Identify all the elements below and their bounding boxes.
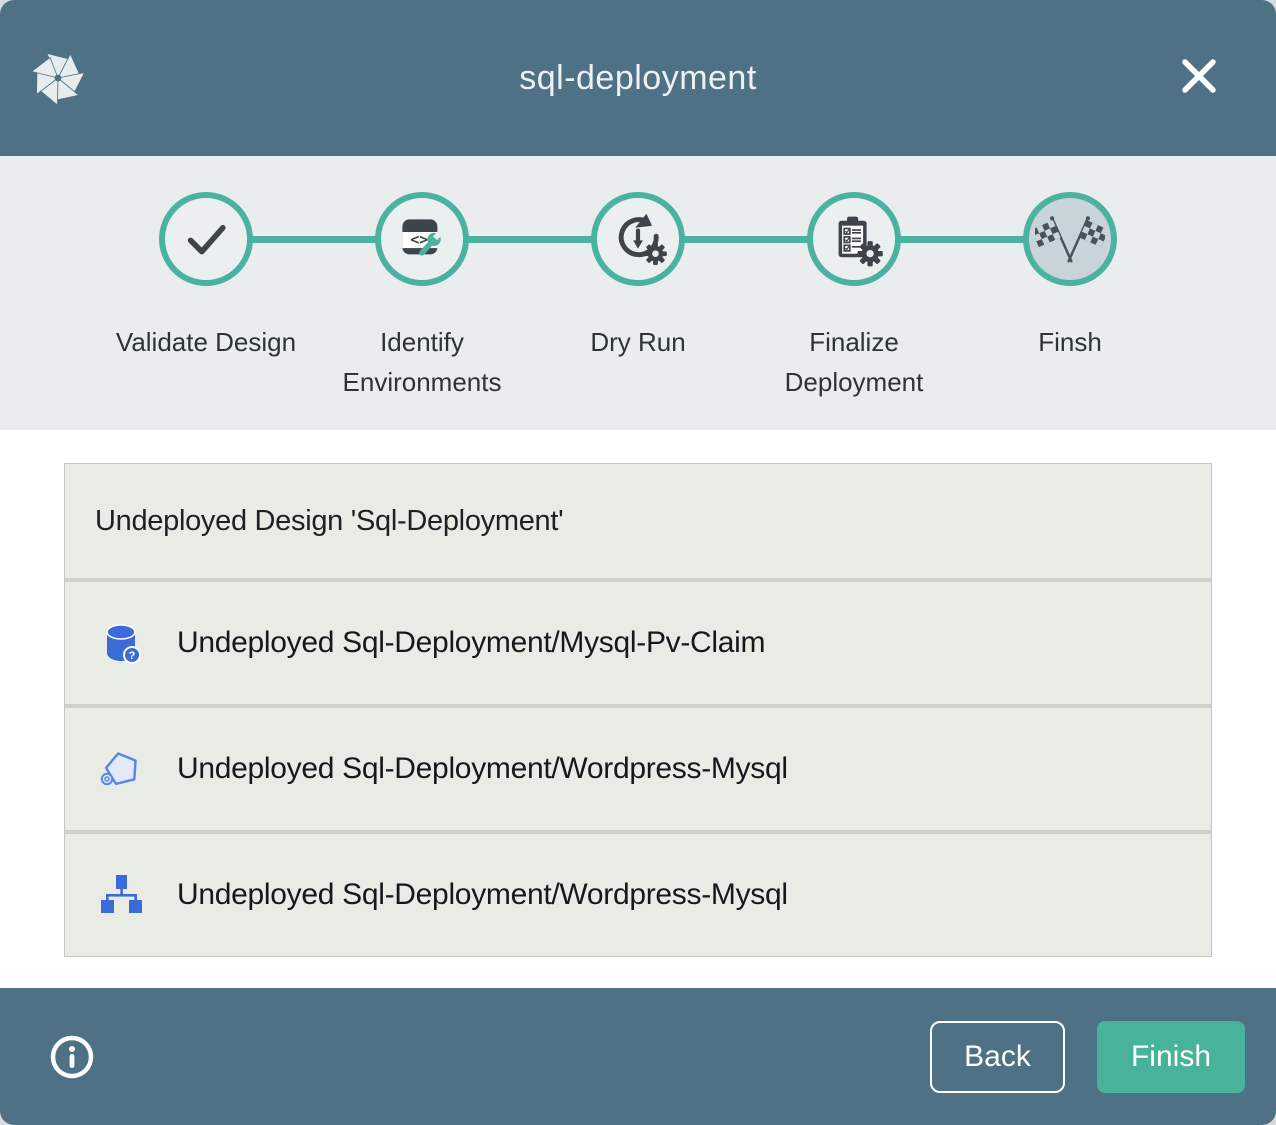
task-text: Undeployed Sql-Deployment/Mysql-Pv-Claim	[177, 626, 765, 660]
task-row-wordpress-mysql-topology: Undeployed Sql-Deployment/Wordpress-Mysq…	[65, 830, 1211, 956]
step-identify-environments: <> Identify Environments	[314, 192, 530, 402]
svg-text:?: ?	[129, 650, 136, 662]
step-circle-dry-run[interactable]	[591, 192, 685, 286]
check-icon	[171, 204, 241, 274]
close-button[interactable]	[1174, 52, 1224, 102]
header-bar: sql-deployment	[0, 0, 1276, 156]
step-circle-validate-design[interactable]	[159, 192, 253, 286]
sitemap-icon	[97, 871, 145, 919]
step-label: Identify Environments	[317, 322, 527, 402]
step-label: Validate Design	[116, 322, 296, 362]
step-label: Finsh	[1038, 322, 1102, 362]
dialog-title: sql-deployment	[0, 59, 1276, 98]
content-area: Undeployed Design 'Sql-Deployment' ? Und…	[0, 430, 1276, 988]
database-question-icon: ?	[97, 619, 145, 667]
step-label: Dry Run	[590, 322, 685, 362]
deployment-wizard-modal: sql-deployment	[0, 0, 1276, 1125]
code-window-wrench-icon: <>	[387, 204, 457, 274]
task-text: Undeployed Sql-Deployment/Wordpress-Mysq…	[177, 752, 788, 786]
pentagon-node-icon	[97, 745, 145, 793]
info-icon	[48, 1069, 96, 1084]
step-label: Finalize Deployment	[749, 322, 959, 402]
cloudify-logo-icon	[30, 50, 86, 106]
footer-bar: Back Finish	[0, 988, 1276, 1125]
step-finish: Finsh	[962, 192, 1178, 402]
close-icon	[1176, 53, 1222, 102]
rerun-gear-icon	[603, 204, 673, 274]
wizard-stepper: Validate Design <>	[0, 156, 1276, 430]
clipboard-gear-icon	[819, 204, 889, 274]
screen: sql-deployment	[0, 0, 1276, 1125]
finish-flags-icon	[1035, 204, 1105, 274]
step-finalize-deployment: Finalize Deployment	[746, 192, 962, 402]
step-dry-run: Dry Run	[530, 192, 746, 402]
task-row-wordpress-mysql-node: Undeployed Sql-Deployment/Wordpress-Mysq…	[65, 704, 1211, 830]
step-circle-finish[interactable]	[1023, 192, 1117, 286]
task-list: Undeployed Design 'Sql-Deployment' ? Und…	[64, 463, 1212, 957]
info-button[interactable]	[48, 1033, 96, 1081]
step-circle-identify-environments[interactable]: <>	[375, 192, 469, 286]
step-circle-finalize-deployment[interactable]	[807, 192, 901, 286]
back-button[interactable]: Back	[930, 1021, 1065, 1093]
task-row-mysql-pv-claim: ? Undeployed Sql-Deployment/Mysql-Pv-Cla…	[65, 578, 1211, 704]
task-text: Undeployed Sql-Deployment/Wordpress-Mysq…	[177, 878, 788, 912]
task-row-design: Undeployed Design 'Sql-Deployment'	[65, 464, 1211, 578]
task-text: Undeployed Design 'Sql-Deployment'	[95, 505, 563, 538]
finish-button[interactable]: Finish	[1097, 1021, 1245, 1093]
step-validate-design: Validate Design	[98, 192, 314, 402]
